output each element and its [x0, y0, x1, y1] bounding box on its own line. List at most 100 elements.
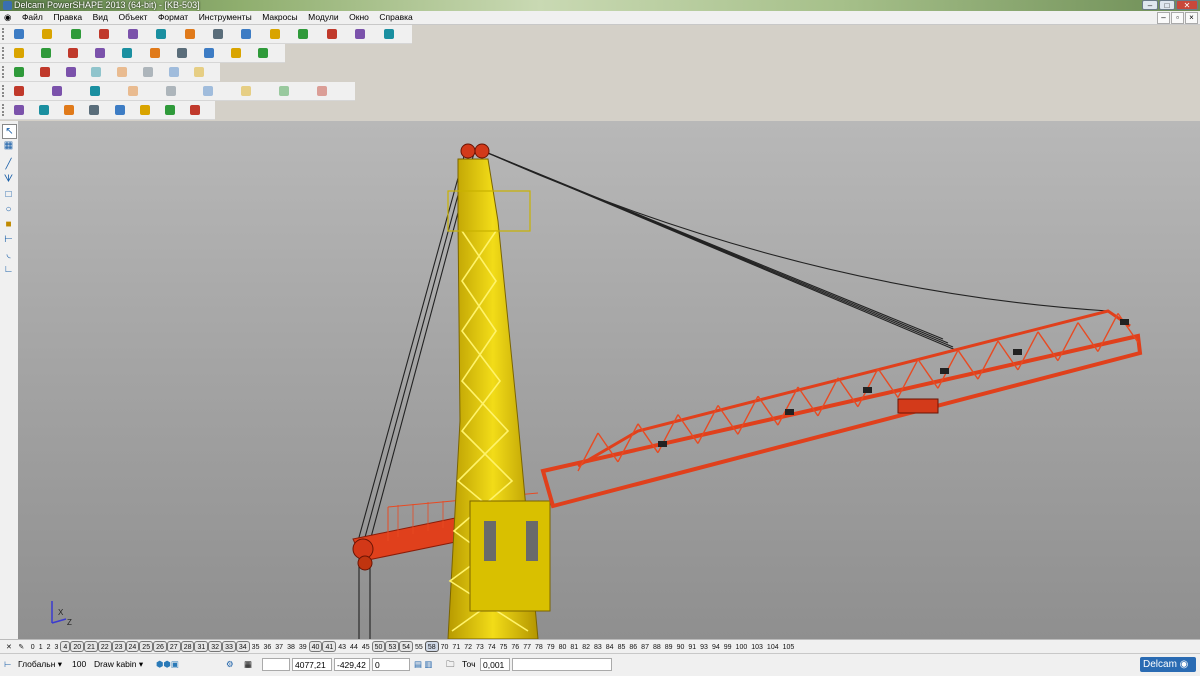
workplane-select[interactable]: Глобальн ▾: [18, 658, 68, 671]
level-33[interactable]: 33: [222, 641, 236, 652]
material-icon[interactable]: ⬢⬢▣: [156, 658, 179, 671]
level-99[interactable]: 99: [722, 642, 734, 653]
level-103[interactable]: 103: [749, 642, 765, 653]
view-front-icon[interactable]: [39, 46, 53, 60]
level-81[interactable]: 81: [568, 642, 580, 653]
level-50[interactable]: 50: [371, 641, 386, 652]
snap-icon[interactable]: ⚙: [226, 658, 234, 671]
graphics-viewport[interactable]: X Z: [18, 121, 1200, 639]
dimension-tool-icon[interactable]: ∟: [2, 263, 15, 276]
snap-icon[interactable]: [113, 103, 127, 117]
level-77[interactable]: 77: [521, 642, 533, 653]
wireframe-icon[interactable]: [256, 46, 270, 60]
level-100[interactable]: 100: [734, 642, 750, 653]
level-select[interactable]: Draw kabin ▾: [94, 658, 152, 671]
level-35[interactable]: 35: [250, 642, 262, 653]
circle-tool-icon[interactable]: ○: [2, 203, 15, 216]
shell-icon[interactable]: [277, 84, 291, 98]
cut-icon[interactable]: [126, 27, 140, 41]
circle-icon[interactable]: [325, 27, 339, 41]
save-icon[interactable]: [69, 27, 83, 41]
level-79[interactable]: 79: [545, 642, 557, 653]
surface-icon[interactable]: [50, 84, 64, 98]
shade-icon[interactable]: [229, 46, 243, 60]
level-41[interactable]: 41: [322, 641, 337, 652]
rotate-icon[interactable]: [202, 46, 216, 60]
dim-icon[interactable]: [138, 103, 152, 117]
level-2[interactable]: 2: [45, 642, 53, 653]
level-82[interactable]: 82: [580, 642, 592, 653]
level-73[interactable]: 73: [474, 642, 486, 653]
workplane-tool-icon[interactable]: ⊢: [2, 233, 15, 246]
light-icon[interactable]: [141, 65, 155, 79]
level-24[interactable]: 24: [125, 641, 140, 652]
extrude-icon[interactable]: [88, 84, 102, 98]
level-89[interactable]: 89: [663, 642, 675, 653]
level-25[interactable]: 25: [139, 641, 154, 652]
level-32[interactable]: 32: [208, 641, 223, 652]
line-icon[interactable]: [353, 27, 367, 41]
group-icon[interactable]: [192, 65, 206, 79]
level-23[interactable]: 23: [111, 641, 126, 652]
level-1[interactable]: 1: [37, 642, 45, 653]
chamfer-icon[interactable]: [239, 84, 253, 98]
render-icon[interactable]: [115, 65, 129, 79]
menu-view[interactable]: Вид: [89, 11, 112, 24]
open-icon[interactable]: [40, 27, 54, 41]
level-44[interactable]: 44: [348, 642, 360, 653]
level-icon[interactable]: [12, 65, 26, 79]
level-34[interactable]: 34: [235, 641, 250, 652]
level-91[interactable]: 91: [686, 642, 698, 653]
level-28[interactable]: 28: [180, 641, 195, 652]
menu-macros[interactable]: Макросы: [258, 11, 301, 24]
level-83[interactable]: 83: [592, 642, 604, 653]
solid-icon[interactable]: [12, 84, 26, 98]
doc-icon[interactable]: ◉: [0, 11, 15, 24]
menu-modules[interactable]: Модули: [304, 11, 342, 24]
level-31[interactable]: 31: [194, 641, 209, 652]
menu-format[interactable]: Формат: [154, 11, 192, 24]
coord-y-field[interactable]: -429,42: [334, 658, 370, 671]
level-27[interactable]: 27: [166, 641, 181, 652]
toolbar-grip[interactable]: [2, 66, 9, 78]
tolerance-field[interactable]: 0,001: [480, 658, 510, 671]
mdi-restore-button[interactable]: ▫: [1171, 12, 1184, 24]
undo-icon[interactable]: [211, 27, 225, 41]
mdi-minimize-button[interactable]: –: [1157, 12, 1170, 24]
level-74[interactable]: 74: [486, 642, 498, 653]
measure-icon[interactable]: [296, 27, 310, 41]
level-70[interactable]: 70: [439, 642, 451, 653]
level-90[interactable]: 90: [675, 642, 687, 653]
level-76[interactable]: 76: [509, 642, 521, 653]
boolean-icon[interactable]: [164, 84, 178, 98]
level-88[interactable]: 88: [651, 642, 663, 653]
level-37[interactable]: 37: [273, 642, 285, 653]
level-72[interactable]: 72: [462, 642, 474, 653]
paste-icon[interactable]: [183, 27, 197, 41]
zoom-in-icon[interactable]: [93, 46, 107, 60]
level-0[interactable]: 0: [29, 642, 37, 653]
text-icon[interactable]: [163, 103, 177, 117]
select-tool-icon[interactable]: ↖: [2, 124, 17, 139]
axis-icon[interactable]: [37, 103, 51, 117]
level-93[interactable]: 93: [698, 642, 710, 653]
toolbar-grip[interactable]: [2, 28, 9, 40]
zoom-out-icon[interactable]: [120, 46, 134, 60]
level-3[interactable]: 3: [53, 642, 61, 653]
select-icon[interactable]: [268, 27, 282, 41]
color-icon[interactable]: [64, 65, 78, 79]
level-20[interactable]: 20: [70, 641, 85, 652]
new-icon[interactable]: [12, 27, 26, 41]
level-21[interactable]: 21: [84, 641, 98, 652]
toolbar-grip[interactable]: [2, 104, 9, 116]
assembly-icon[interactable]: ▦: [2, 139, 15, 152]
print-icon[interactable]: [97, 27, 111, 41]
levels-edit-icon[interactable]: ✎: [16, 642, 26, 653]
copy-icon[interactable]: [154, 27, 168, 41]
level-85[interactable]: 85: [616, 642, 628, 653]
zoom-window-icon[interactable]: [148, 46, 162, 60]
level-58[interactable]: 58: [424, 641, 439, 652]
command-field[interactable]: [512, 658, 612, 671]
pan-icon[interactable]: [175, 46, 189, 60]
menu-tools[interactable]: Инструменты: [195, 11, 256, 24]
